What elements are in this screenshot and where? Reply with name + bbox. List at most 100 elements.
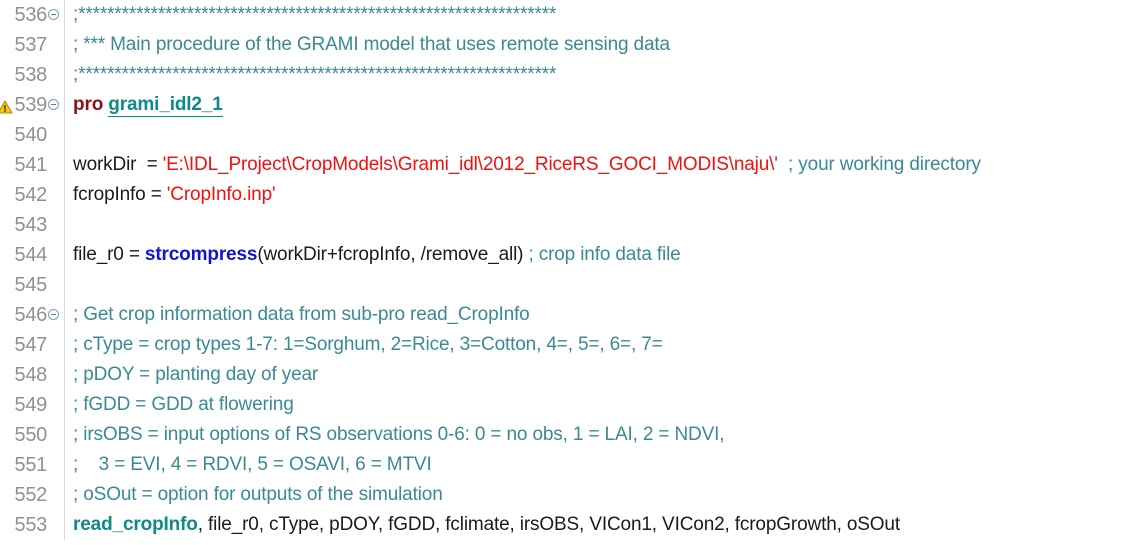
line-number: 543 xyxy=(13,210,47,240)
gutter-marker-column xyxy=(0,390,13,420)
line-number: 550 xyxy=(13,420,47,450)
code-line-row[interactable]: 545 xyxy=(0,270,1144,300)
procedure-declaration-name[interactable]: grami_idl2_1 xyxy=(108,90,223,120)
code-line-text[interactable]: ; 3 = EVI, 4 = RDVI, 5 = OSAVI, 6 = MTVI xyxy=(68,450,1144,480)
gutter-separator xyxy=(61,0,68,30)
code-line-text[interactable]: workDir = 'E:\IDL_Project\CropModels\Gra… xyxy=(68,150,1144,180)
gutter-marker-column xyxy=(0,0,13,30)
gutter-separator xyxy=(61,270,68,300)
gutter-marker-column xyxy=(0,480,13,510)
gutter-marker-column xyxy=(0,240,13,270)
gutter-separator xyxy=(61,180,68,210)
gutter-separator xyxy=(61,30,68,60)
gutter-marker-column xyxy=(0,210,13,240)
gutter-separator xyxy=(61,120,68,150)
gutter-separator xyxy=(61,450,68,480)
gutter-separator xyxy=(61,480,68,510)
code-line-row[interactable]: 551 ; 3 = EVI, 4 = RDVI, 5 = OSAVI, 6 = M… xyxy=(0,450,1144,480)
code-line-row[interactable]: 543 xyxy=(0,210,1144,240)
gutter-separator xyxy=(61,210,68,240)
gutter-separator xyxy=(61,330,68,360)
code-line-row[interactable]: 541 workDir = 'E:\IDL_Project\CropModels\… xyxy=(0,150,1144,180)
token-comment: ; irsOBS = input options of RS observati… xyxy=(73,424,725,445)
gutter-marker-column xyxy=(0,150,13,180)
line-number: 536 xyxy=(13,0,47,30)
fold-collapse-icon[interactable] xyxy=(48,99,59,110)
code-fold-column xyxy=(47,450,61,480)
code-line-row[interactable]: 548 ; pDOY = planting day of year xyxy=(0,360,1144,390)
token-comment: ; Get crop information data from sub-pro… xyxy=(73,304,530,325)
code-line-row[interactable]: 549 ; fGDD = GDD at flowering xyxy=(0,390,1144,420)
line-number: 538 xyxy=(13,60,47,90)
code-line-text[interactable]: ;***************************************… xyxy=(68,0,1144,30)
gutter-marker-column xyxy=(0,180,13,210)
token-plain: file_r0 = xyxy=(73,244,145,265)
code-fold-column xyxy=(47,330,61,360)
line-number: 539 xyxy=(13,90,47,120)
code-line-row[interactable]: 550 ; irsOBS = input options of RS observ… xyxy=(0,420,1144,450)
code-fold-column xyxy=(47,390,61,420)
code-line-row[interactable]: 536 ;************************************… xyxy=(0,0,1144,30)
code-fold-column xyxy=(47,90,61,120)
code-line-row[interactable]: 539 pro grami_idl2_1 xyxy=(0,90,1144,120)
code-line-text[interactable]: ; *** Main procedure of the GRAMI model … xyxy=(68,30,1144,60)
gutter-marker-column xyxy=(0,360,13,390)
gutter-marker-column xyxy=(0,450,13,480)
code-line-row[interactable]: 552 ; oSOut = option for outputs of the s… xyxy=(0,480,1144,510)
code-line-text[interactable]: ; Get crop information data from sub-pro… xyxy=(68,300,1144,330)
token-string: 'E:\IDL_Project\CropModels\Grami_idl\201… xyxy=(162,154,778,175)
gutter-separator xyxy=(61,240,68,270)
code-line-row[interactable]: 540 xyxy=(0,120,1144,150)
gutter-separator xyxy=(61,60,68,90)
warning-triangle-icon[interactable] xyxy=(0,96,13,114)
code-line-text[interactable]: ; irsOBS = input options of RS observati… xyxy=(68,420,1144,450)
gutter-marker-column xyxy=(0,330,13,360)
code-line-row[interactable]: 542 fcropInfo = 'CropInfo.inp' xyxy=(0,180,1144,210)
code-line-row[interactable]: 546 ; Get crop information data from sub-… xyxy=(0,300,1144,330)
code-line-text[interactable] xyxy=(68,210,1144,240)
gutter-marker-column xyxy=(0,420,13,450)
code-line-text[interactable]: ; cType = crop types 1-7: 1=Sorghum, 2=R… xyxy=(68,330,1144,360)
fold-collapse-icon[interactable] xyxy=(48,309,59,320)
code-line-text[interactable]: ; oSOut = option for outputs of the simu… xyxy=(68,480,1144,510)
token-string: 'CropInfo.inp' xyxy=(166,184,276,205)
token-plain: (workDir+fcropInfo, /remove_all) xyxy=(257,244,529,265)
token-comment: ; pDOY = planting day of year xyxy=(73,364,319,385)
token-comment: ; 3 = EVI, 4 = RDVI, 5 = OSAVI, 6 = MTVI xyxy=(73,454,432,475)
code-line-text[interactable]: fcropInfo = 'CropInfo.inp' xyxy=(68,180,1144,210)
code-fold-column xyxy=(47,270,61,300)
gutter-marker-column xyxy=(0,510,13,540)
code-line-row[interactable]: 544 file_r0 = strcompress(workDir+fcropIn… xyxy=(0,240,1144,270)
code-line-text[interactable]: file_r0 = strcompress(workDir+fcropInfo,… xyxy=(68,240,1144,270)
token-comment: ; crop info data file xyxy=(528,244,681,265)
code-line-text[interactable]: read_cropInfo, file_r0, cType, pDOY, fGD… xyxy=(68,510,1144,540)
code-fold-column xyxy=(47,60,61,90)
code-fold-column xyxy=(47,0,61,30)
code-line-text[interactable]: pro grami_idl2_1 xyxy=(68,90,1144,120)
token-comment: ; cType = crop types 1-7: 1=Sorghum, 2=R… xyxy=(73,334,663,355)
token-proc: read_cropInfo xyxy=(73,514,198,535)
code-line-row[interactable]: 547 ; cType = crop types 1-7: 1=Sorghum, … xyxy=(0,330,1144,360)
line-number: 547 xyxy=(13,330,47,360)
code-editor-pane[interactable]: 536 ;************************************… xyxy=(0,0,1144,545)
code-line-text[interactable]: ; fGDD = GDD at flowering xyxy=(68,390,1144,420)
fold-collapse-icon[interactable] xyxy=(48,9,59,20)
code-line-row[interactable]: 553 read_cropInfo, file_r0, cType, pDOY, … xyxy=(0,510,1144,540)
gutter-marker-column xyxy=(0,30,13,60)
token-comment: ;***************************************… xyxy=(73,64,557,85)
code-fold-column xyxy=(47,300,61,330)
code-line-text[interactable]: ; pDOY = planting day of year xyxy=(68,360,1144,390)
code-line-text[interactable] xyxy=(68,270,1144,300)
line-number: 553 xyxy=(13,510,47,540)
code-line-row[interactable]: 537 ; *** Main procedure of the GRAMI mod… xyxy=(0,30,1144,60)
token-plain: fcropInfo = xyxy=(73,184,167,205)
line-number: 544 xyxy=(13,240,47,270)
token-comment: ; fGDD = GDD at flowering xyxy=(73,394,294,415)
gutter-separator xyxy=(61,420,68,450)
code-line-text[interactable] xyxy=(68,120,1144,150)
gutter-marker-column xyxy=(0,60,13,90)
code-fold-column xyxy=(47,30,61,60)
code-line-row[interactable]: 538 ;************************************… xyxy=(0,60,1144,90)
code-line-text[interactable]: ;***************************************… xyxy=(68,60,1144,90)
